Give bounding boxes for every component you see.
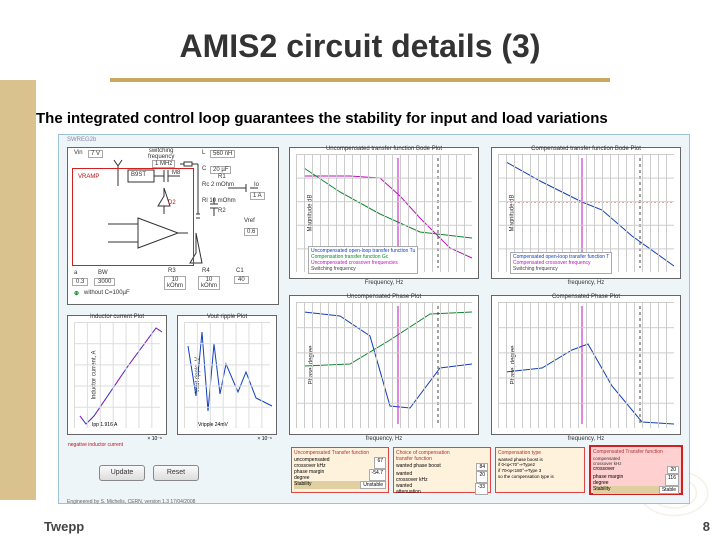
plot-title: Vout ripple Plot — [207, 314, 247, 320]
slide-title: AMIS2 circuit details (3) — [0, 28, 720, 65]
result-choice: Choice of compensation transfer function… — [393, 447, 491, 493]
engineered-by: Engineered by S. Michelis, CERN, version… — [67, 499, 195, 505]
footer-left: Twepp — [44, 519, 84, 534]
row-label: uncompensated crossover kHz — [294, 457, 330, 469]
row-label: wanted attenuation — [396, 483, 421, 495]
row-label: crossover — [593, 466, 615, 474]
x-axis-label: frequency, Hz — [568, 280, 605, 286]
cap-marker: ⊕ — [74, 290, 79, 297]
box-header: Compensation type — [498, 450, 582, 456]
row-value: 84 — [476, 463, 488, 471]
result-comp: Compensated Transfer function compensate… — [589, 445, 683, 495]
a-label: a — [74, 270, 77, 276]
update-button[interactable]: Update — [99, 465, 145, 481]
r1-label: R1 — [218, 174, 226, 180]
slide-subtitle: The integrated control loop guarantees t… — [36, 110, 700, 127]
c1-value: 40 — [234, 276, 249, 284]
stability-value: Stable — [659, 486, 679, 494]
plot-title: Inductor current Plot — [90, 314, 144, 320]
box-sub: compensated crossover kHz — [593, 456, 679, 466]
x-axis-label: frequency, Hz — [568, 436, 605, 442]
r4-value: 10 kOhm — [198, 276, 220, 290]
slide-accent-bar — [0, 80, 36, 500]
plot-title: Uncompensated Phase Plot — [347, 294, 421, 300]
ipp-annotation: Ipp 1.916 A — [92, 422, 117, 428]
bw-value: 3000 — [94, 278, 115, 286]
plot-title: Compensated Phase Plot — [552, 294, 620, 300]
neg-current-caption: negative inductor current — [68, 442, 123, 448]
inductor-current-plot: Inductor current Plot Inductor current, … — [67, 315, 167, 435]
box-header: Choice of compensation transfer function — [396, 450, 488, 462]
row-value: 67 — [374, 457, 386, 469]
plot-grid — [74, 322, 160, 428]
r3-label: R3 — [168, 268, 176, 274]
plot-grid — [184, 322, 270, 428]
row-label: wanted phase boost — [396, 463, 441, 471]
a-value: 0.3 — [72, 278, 88, 286]
title-underline — [110, 78, 610, 82]
comp-phase-bode: Compensated Phase Plot Phase, degree fre… — [491, 295, 681, 435]
row-label: wanted crossover kHz — [396, 471, 428, 483]
r2-label: R2 — [218, 208, 226, 214]
x-scale: × 10⁻⁶ — [147, 436, 162, 442]
plot-grid — [498, 302, 674, 428]
legend-item: Switching frequency — [513, 266, 609, 272]
x-scale: × 10⁻⁶ — [257, 436, 272, 442]
legend: Uncompensated open-loop transfer functio… — [308, 246, 418, 274]
row-value: -54.7 — [369, 469, 386, 481]
stability-label: Stability — [294, 481, 312, 489]
legend: Compensated open-loop transfer function … — [510, 252, 612, 274]
uncomp-phase-bode: Uncompensated Phase Plot Phase, degree f… — [289, 295, 479, 435]
plot-title: Compensated transfer function Bode Plot — [531, 146, 641, 152]
uncomp-mag-bode: Uncompensated transfer function Bode Plo… — [289, 147, 479, 279]
box-body: wanted phase boost is if 0<φ<70°⇒Type2 i… — [498, 457, 582, 479]
row-value: -33 — [475, 483, 488, 495]
stability-value: Unstable — [360, 481, 386, 489]
row-label: phase margin degree — [593, 474, 623, 486]
row-value: 20 — [476, 471, 488, 483]
row-value: 20 — [667, 466, 679, 474]
footer-page-number: 8 — [703, 519, 710, 534]
c1-label: C1 — [236, 268, 244, 274]
x-axis-label: Frequency, Hz — [365, 280, 404, 286]
result-comp-type: Compensation type wanted phase boost is … — [495, 447, 585, 493]
x-axis-label: frequency, Hz — [366, 436, 403, 442]
comp-mag-bode: Compensated transfer function Bode Plot … — [491, 147, 681, 279]
box-header: Compensated Transfer function — [593, 449, 679, 455]
stability-label: Stability — [593, 486, 611, 494]
cap-text: without C=100µF — [84, 290, 130, 296]
box-header: Uncompensated Transfer function — [294, 450, 386, 456]
vripple-annotation: Vripple 24mV — [198, 422, 228, 428]
window-title: SWREG2b — [67, 137, 96, 143]
reset-button[interactable]: Reset — [153, 465, 199, 481]
control-loop-highlight — [72, 168, 194, 266]
result-uncomp: Uncompensated Transfer function uncompen… — [291, 447, 389, 493]
legend-item: Switching frequency — [311, 266, 415, 272]
vout-ripple-plot: Vout ripple Plot Vout ripple, V Vripple … — [177, 315, 277, 435]
simulation-screenshot: SWREG2b Vin 7 V switching frequency 1 MH… — [58, 134, 690, 504]
r4-label: R4 — [202, 268, 210, 274]
plot-grid — [296, 302, 472, 428]
plot-title: Uncompensated transfer function Bode Plo… — [326, 146, 442, 152]
schematic-panel: Vin 7 V switching frequency 1 MHz L 560 … — [67, 147, 279, 305]
bw-label: BW — [98, 270, 108, 276]
r3-value: 10 kOhm — [164, 276, 186, 290]
row-value: 116 — [665, 474, 679, 486]
row-label: phase margin degree — [294, 469, 324, 481]
